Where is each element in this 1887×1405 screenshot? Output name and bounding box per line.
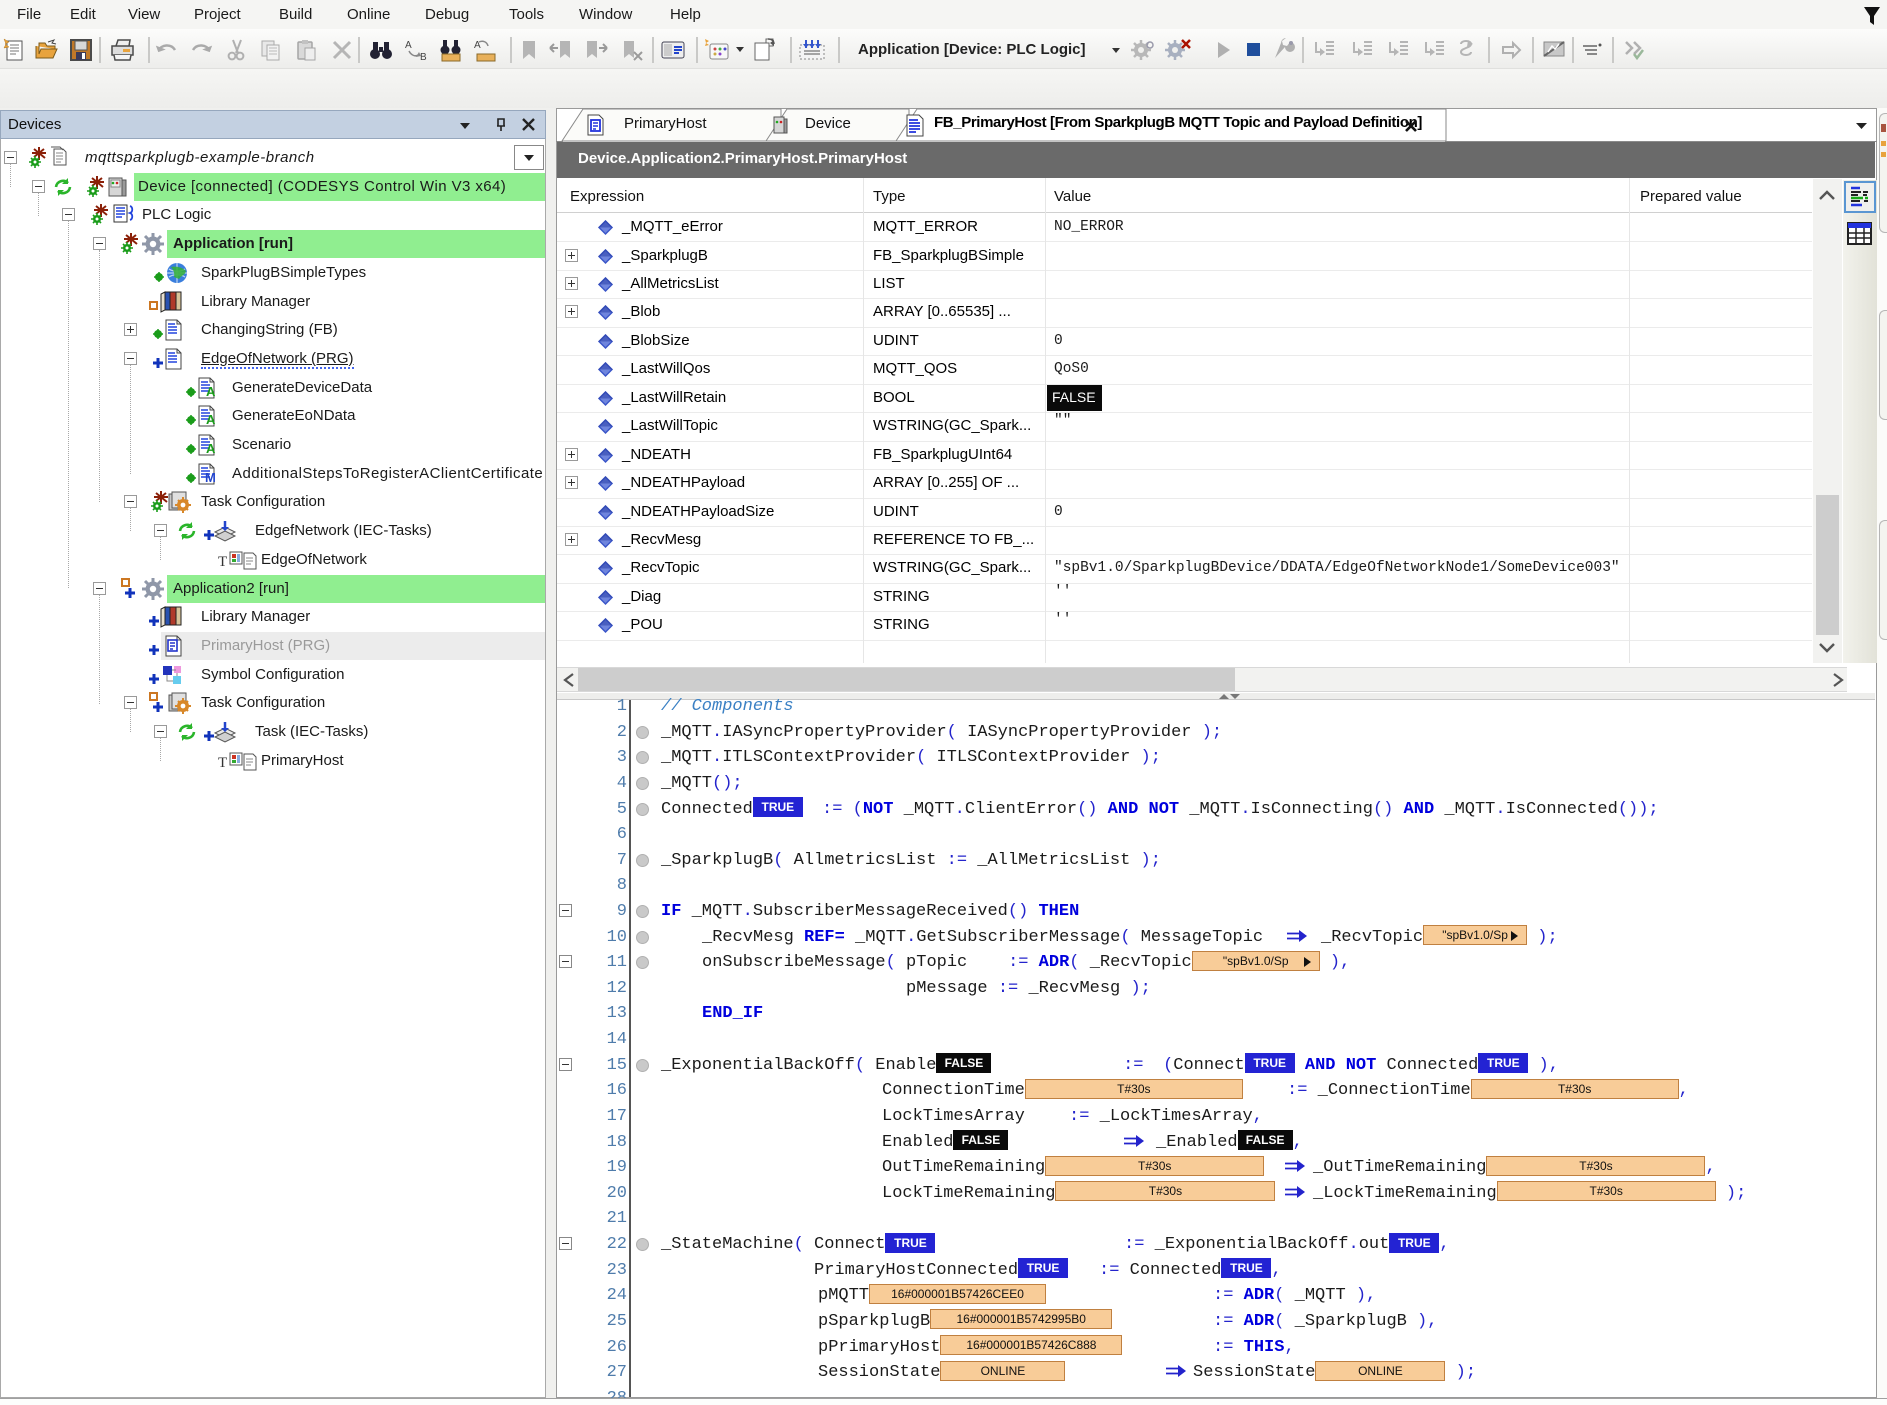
svg-text:A: A: [206, 412, 216, 427]
svg-text:T: T: [218, 755, 227, 771]
svg-text:M: M: [205, 470, 216, 485]
svg-text:A: A: [206, 384, 216, 399]
svg-text:A: A: [206, 441, 216, 456]
svg-text:T: T: [218, 554, 227, 570]
svg-text:A: A: [405, 40, 412, 51]
svg-text:B: B: [420, 52, 427, 62]
